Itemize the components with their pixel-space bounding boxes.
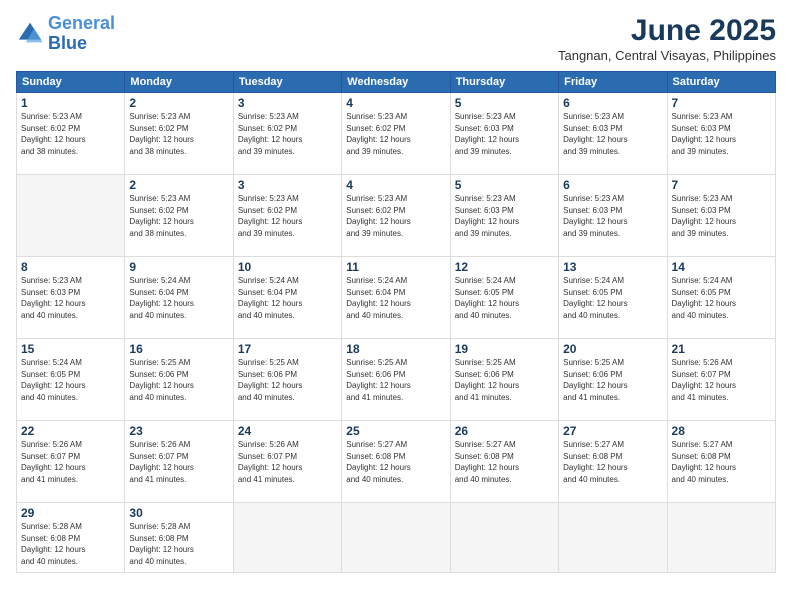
calendar-day-empty <box>233 503 341 573</box>
weekday-header-friday: Friday <box>559 72 667 93</box>
calendar-day-10: 10Sunrise: 5:24 AM Sunset: 6:04 PM Dayli… <box>233 257 341 339</box>
calendar-day-5: 5Sunrise: 5:23 AM Sunset: 6:03 PM Daylig… <box>450 175 558 257</box>
calendar-row-3: 8Sunrise: 5:23 AM Sunset: 6:03 PM Daylig… <box>17 257 776 339</box>
calendar-day-7: 7Sunrise: 5:23 AM Sunset: 6:03 PM Daylig… <box>667 93 775 175</box>
calendar-day-15: 15Sunrise: 5:24 AM Sunset: 6:05 PM Dayli… <box>17 339 125 421</box>
calendar-day-17: 17Sunrise: 5:25 AM Sunset: 6:06 PM Dayli… <box>233 339 341 421</box>
weekday-header-thursday: Thursday <box>450 72 558 93</box>
calendar-day-21: 21Sunrise: 5:26 AM Sunset: 6:07 PM Dayli… <box>667 339 775 421</box>
calendar-day-27: 27Sunrise: 5:27 AM Sunset: 6:08 PM Dayli… <box>559 421 667 503</box>
calendar-day-2: 2Sunrise: 5:23 AM Sunset: 6:02 PM Daylig… <box>125 93 233 175</box>
calendar-row-5: 22Sunrise: 5:26 AM Sunset: 6:07 PM Dayli… <box>17 421 776 503</box>
calendar-day-4: 4Sunrise: 5:23 AM Sunset: 6:02 PM Daylig… <box>342 93 450 175</box>
location: Tangnan, Central Visayas, Philippines <box>558 48 776 63</box>
title-block: June 2025 Tangnan, Central Visayas, Phil… <box>558 14 776 63</box>
weekday-header-tuesday: Tuesday <box>233 72 341 93</box>
calendar-day-18: 18Sunrise: 5:25 AM Sunset: 6:06 PM Dayli… <box>342 339 450 421</box>
calendar-day-20: 20Sunrise: 5:25 AM Sunset: 6:06 PM Dayli… <box>559 339 667 421</box>
calendar-day-24: 24Sunrise: 5:26 AM Sunset: 6:07 PM Dayli… <box>233 421 341 503</box>
calendar-day-empty <box>450 503 558 573</box>
calendar-day-3: 3Sunrise: 5:23 AM Sunset: 6:02 PM Daylig… <box>233 93 341 175</box>
page: General Blue June 2025 Tangnan, Central … <box>0 0 792 612</box>
calendar-day-6: 6Sunrise: 5:23 AM Sunset: 6:03 PM Daylig… <box>559 175 667 257</box>
weekday-header-sunday: Sunday <box>17 72 125 93</box>
weekday-header-wednesday: Wednesday <box>342 72 450 93</box>
calendar-day-26: 26Sunrise: 5:27 AM Sunset: 6:08 PM Dayli… <box>450 421 558 503</box>
calendar-row-4: 15Sunrise: 5:24 AM Sunset: 6:05 PM Dayli… <box>17 339 776 421</box>
calendar-day-5: 5Sunrise: 5:23 AM Sunset: 6:03 PM Daylig… <box>450 93 558 175</box>
calendar-day-14: 14Sunrise: 5:24 AM Sunset: 6:05 PM Dayli… <box>667 257 775 339</box>
calendar-day-11: 11Sunrise: 5:24 AM Sunset: 6:04 PM Dayli… <box>342 257 450 339</box>
calendar-day-6: 6Sunrise: 5:23 AM Sunset: 6:03 PM Daylig… <box>559 93 667 175</box>
logo-text: General Blue <box>48 14 115 54</box>
calendar-day-2: 2Sunrise: 5:23 AM Sunset: 6:02 PM Daylig… <box>125 175 233 257</box>
calendar-day-empty <box>667 503 775 573</box>
calendar-row-1: 1Sunrise: 5:23 AM Sunset: 6:02 PM Daylig… <box>17 93 776 175</box>
calendar-day-29: 29Sunrise: 5:28 AM Sunset: 6:08 PM Dayli… <box>17 503 125 573</box>
logo-icon <box>16 20 44 48</box>
calendar-table: SundayMondayTuesdayWednesdayThursdayFrid… <box>16 71 776 573</box>
calendar-row-6: 29Sunrise: 5:28 AM Sunset: 6:08 PM Dayli… <box>17 503 776 573</box>
calendar-day-22: 22Sunrise: 5:26 AM Sunset: 6:07 PM Dayli… <box>17 421 125 503</box>
calendar-row-2: 2Sunrise: 5:23 AM Sunset: 6:02 PM Daylig… <box>17 175 776 257</box>
calendar-day-4: 4Sunrise: 5:23 AM Sunset: 6:02 PM Daylig… <box>342 175 450 257</box>
calendar-day-empty <box>559 503 667 573</box>
calendar-day-7: 7Sunrise: 5:23 AM Sunset: 6:03 PM Daylig… <box>667 175 775 257</box>
calendar-day-13: 13Sunrise: 5:24 AM Sunset: 6:05 PM Dayli… <box>559 257 667 339</box>
calendar-day-empty <box>342 503 450 573</box>
logo: General Blue <box>16 14 115 54</box>
calendar-day-19: 19Sunrise: 5:25 AM Sunset: 6:06 PM Dayli… <box>450 339 558 421</box>
calendar-day-12: 12Sunrise: 5:24 AM Sunset: 6:05 PM Dayli… <box>450 257 558 339</box>
calendar-day-28: 28Sunrise: 5:27 AM Sunset: 6:08 PM Dayli… <box>667 421 775 503</box>
calendar-day-1: 1Sunrise: 5:23 AM Sunset: 6:02 PM Daylig… <box>17 93 125 175</box>
calendar-day-30: 30Sunrise: 5:28 AM Sunset: 6:08 PM Dayli… <box>125 503 233 573</box>
calendar-day-25: 25Sunrise: 5:27 AM Sunset: 6:08 PM Dayli… <box>342 421 450 503</box>
calendar-day-3: 3Sunrise: 5:23 AM Sunset: 6:02 PM Daylig… <box>233 175 341 257</box>
calendar-day-8: 8Sunrise: 5:23 AM Sunset: 6:03 PM Daylig… <box>17 257 125 339</box>
header: General Blue June 2025 Tangnan, Central … <box>16 14 776 63</box>
calendar-day-empty <box>17 175 125 257</box>
weekday-header-saturday: Saturday <box>667 72 775 93</box>
calendar-day-23: 23Sunrise: 5:26 AM Sunset: 6:07 PM Dayli… <box>125 421 233 503</box>
weekday-header-monday: Monday <box>125 72 233 93</box>
calendar-day-9: 9Sunrise: 5:24 AM Sunset: 6:04 PM Daylig… <box>125 257 233 339</box>
weekday-header-row: SundayMondayTuesdayWednesdayThursdayFrid… <box>17 72 776 93</box>
calendar-day-16: 16Sunrise: 5:25 AM Sunset: 6:06 PM Dayli… <box>125 339 233 421</box>
month-title: June 2025 <box>558 14 776 48</box>
